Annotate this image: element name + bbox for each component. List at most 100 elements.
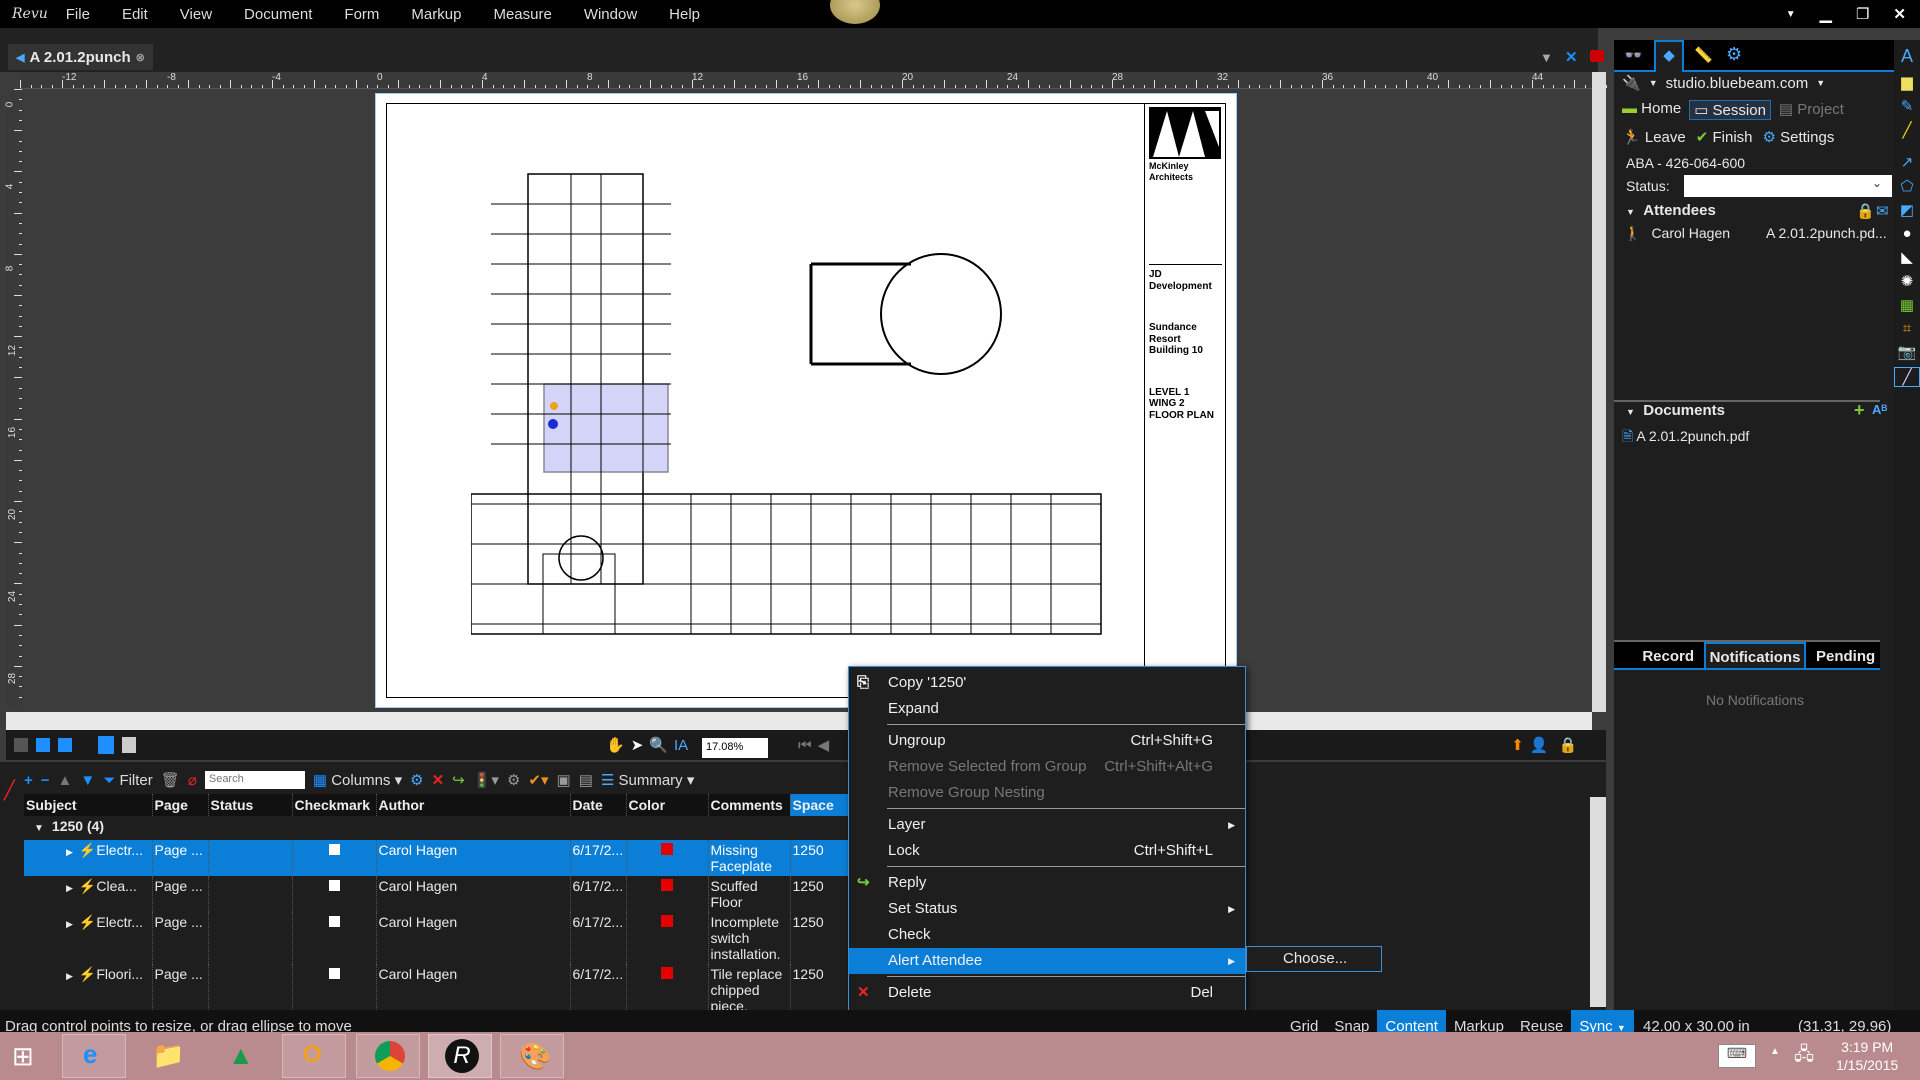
column-status[interactable]: Status <box>208 794 293 816</box>
split-vertical-icon[interactable] <box>36 738 50 752</box>
menu-item-set-status[interactable]: Set Status ▶ <box>849 896 1245 922</box>
checkmark-checkbox[interactable] <box>328 916 340 927</box>
user-icon[interactable]: 👤 <box>1530 736 1549 754</box>
close-split-icon[interactable] <box>14 738 28 752</box>
select-tool-icon[interactable]: ➤ <box>631 736 644 754</box>
attendees-header[interactable]: ▼ Attendees <box>1626 202 1716 219</box>
highlighter-tool-icon[interactable]: ╱ <box>1894 121 1920 139</box>
checkmark-checkbox[interactable] <box>328 880 340 891</box>
move-up-icon[interactable]: ▲ <box>58 772 73 789</box>
tab-pending[interactable]: Pending <box>1806 642 1880 668</box>
menu-markup[interactable]: Markup <box>411 6 461 23</box>
status-dropdown[interactable] <box>1684 175 1892 197</box>
email-icon[interactable]: ✉ <box>1876 202 1889 220</box>
shape-tool-icon[interactable]: ◣ <box>1894 248 1920 266</box>
expand-icon[interactable]: ▶ <box>66 847 73 857</box>
menu-item-alert-attendee[interactable]: Alert Attendee ▶ <box>849 948 1245 974</box>
network-icon[interactable]: 🖧 <box>1794 1042 1814 1072</box>
split-horizontal-icon[interactable] <box>58 738 72 752</box>
taskbar-chrome[interactable] <box>356 1034 420 1078</box>
filter-button[interactable]: ⏷ Filter <box>103 772 153 789</box>
properties-icon[interactable]: ⚙ <box>507 771 520 789</box>
tab-record[interactable]: Record <box>1614 642 1704 668</box>
markup-row[interactable]: ▶ ⚡Clea... Page ... Carol Hagen 6/17/2... Scu… <box>24 876 853 912</box>
lock-attendees-icon[interactable]: 🔒 <box>1856 202 1875 220</box>
sync-views-icon[interactable] <box>98 736 114 754</box>
taskbar-revu[interactable]: R <box>428 1034 492 1078</box>
drawing-page[interactable]: McKinley Architects JD Development Sunda… <box>375 93 1237 708</box>
home-button[interactable]: ▬ Home <box>1622 100 1681 120</box>
studio-connect-icon[interactable]: 🔌 <box>1622 74 1641 92</box>
tab-list-dropdown[interactable]: ▼ <box>1540 50 1553 65</box>
tray-expand-icon[interactable]: ▲ <box>1770 1046 1780 1057</box>
menu-window[interactable]: Window <box>584 6 637 23</box>
column-comments[interactable]: Comments <box>708 794 791 816</box>
menu-item-reply[interactable]: ↪ Reply <box>849 870 1245 896</box>
import-icon[interactable]: ▣ <box>557 771 571 789</box>
document-tab[interactable]: ◀ A 2.01.2punch ⊗ <box>8 44 153 70</box>
callout-tool-icon[interactable]: ◩ <box>1894 201 1920 219</box>
taskbar-outlook[interactable]: O <box>282 1034 346 1078</box>
leave-button[interactable]: 🏃 Leave <box>1622 128 1686 146</box>
markup-row[interactable]: ▶ ⚡Electr... Page ... Carol Hagen 6/17/2... M… <box>24 840 853 876</box>
status-icon[interactable]: 🚦▾ <box>473 771 499 789</box>
submenu-choose[interactable]: Choose... <box>1246 946 1382 972</box>
pan-tool-icon[interactable]: ✋ <box>606 736 625 754</box>
zoom-tool-icon[interactable]: 🔍 <box>649 736 668 754</box>
expand-icon[interactable]: ▶ <box>66 919 73 929</box>
trash-icon[interactable]: 🗑 <box>161 771 180 789</box>
checkmark-checkbox[interactable] <box>328 844 340 855</box>
horizontal-scrollbar[interactable] <box>6 712 1592 730</box>
properties-tab-icon[interactable]: ⚙ <box>1726 44 1742 65</box>
add-icon[interactable]: + <box>24 772 33 789</box>
markups-scrollbar[interactable] <box>1590 797 1606 1007</box>
markup-row[interactable]: ▶ ⚡Electr... Page ... Carol Hagen 6/17/2... I… <box>24 912 853 964</box>
remove-icon[interactable]: − <box>41 772 50 789</box>
project-button[interactable]: ▤ Project <box>1779 100 1844 120</box>
measure-tab-icon[interactable]: 📏 <box>1694 46 1713 64</box>
close-button[interactable]: ✕ <box>1893 5 1906 23</box>
column-date[interactable]: Date <box>570 794 627 816</box>
group-row[interactable]: ▼ 1250 (4) <box>24 816 853 840</box>
add-document-icon[interactable]: + <box>1854 400 1865 421</box>
dropdown-icon[interactable]: ▼ <box>1786 9 1796 20</box>
studio-tab-icon[interactable]: ◆ <box>1654 40 1684 72</box>
measure-tool-icon[interactable]: ╱ <box>1894 367 1920 387</box>
vertical-scrollbar[interactable] <box>1592 72 1606 712</box>
search-input[interactable]: Search <box>204 771 305 789</box>
menu-file[interactable]: File <box>66 6 90 23</box>
server-menu-icon[interactable]: ▼ <box>1816 78 1825 88</box>
ellipse-tool-icon[interactable]: ● <box>1894 225 1920 242</box>
tab-notifications[interactable]: Notifications <box>1704 642 1806 668</box>
upload-icon[interactable]: ⬆ <box>1511 736 1524 754</box>
first-page-icon[interactable]: ⏮ <box>798 737 812 754</box>
close-all-icon[interactable]: ✕ <box>1565 48 1578 66</box>
delete-markup-icon[interactable]: ✕ <box>432 771 445 789</box>
menu-form[interactable]: Form <box>344 6 379 23</box>
server-name[interactable]: studio.bluebeam.com <box>1666 75 1809 92</box>
expand-icon[interactable]: ▶ <box>66 883 73 893</box>
settings-button[interactable]: ⚙ Settings <box>1763 128 1835 146</box>
menu-item-expand[interactable]: Expand <box>849 696 1245 722</box>
taskbar-paint[interactable]: 🎨 <box>500 1034 564 1078</box>
move-down-icon[interactable]: ▼ <box>80 772 95 789</box>
column-color[interactable]: Color <box>626 794 709 816</box>
attendee-row[interactable]: 🚶 Carol Hagen A 2.01.2punch.pd... <box>1624 225 1887 242</box>
zoom-level-field[interactable]: 17.08% <box>702 738 768 758</box>
menu-item-lock[interactable]: Lock Ctrl+Shift+L <box>849 838 1245 864</box>
menu-item-copy-1250[interactable]: ⎘ Copy '1250' <box>849 670 1245 696</box>
cloud-tool-icon[interactable]: ✺ <box>1894 272 1920 290</box>
checkmark-checkbox[interactable] <box>328 968 340 979</box>
session-button[interactable]: ▭ Session <box>1689 100 1771 120</box>
start-button[interactable]: ⊞ <box>12 1043 34 1069</box>
finish-button[interactable]: ✔ Finish <box>1696 128 1753 146</box>
expand-icon[interactable]: ▶ <box>66 971 73 981</box>
snapshot-tool-icon[interactable]: 📷 <box>1894 343 1920 361</box>
columns-button[interactable]: ▦ Columns ▾ <box>313 771 402 789</box>
settings-icon[interactable]: ⚙ <box>410 771 423 789</box>
document-row[interactable]: 🗎 A 2.01.2punch.pdf <box>1622 426 1749 450</box>
menu-view[interactable]: View <box>180 6 212 23</box>
menu-edit[interactable]: Edit <box>122 6 148 23</box>
summary-button[interactable]: ☰ Summary ▾ <box>601 771 695 789</box>
markup-orange-point[interactable] <box>550 402 558 410</box>
